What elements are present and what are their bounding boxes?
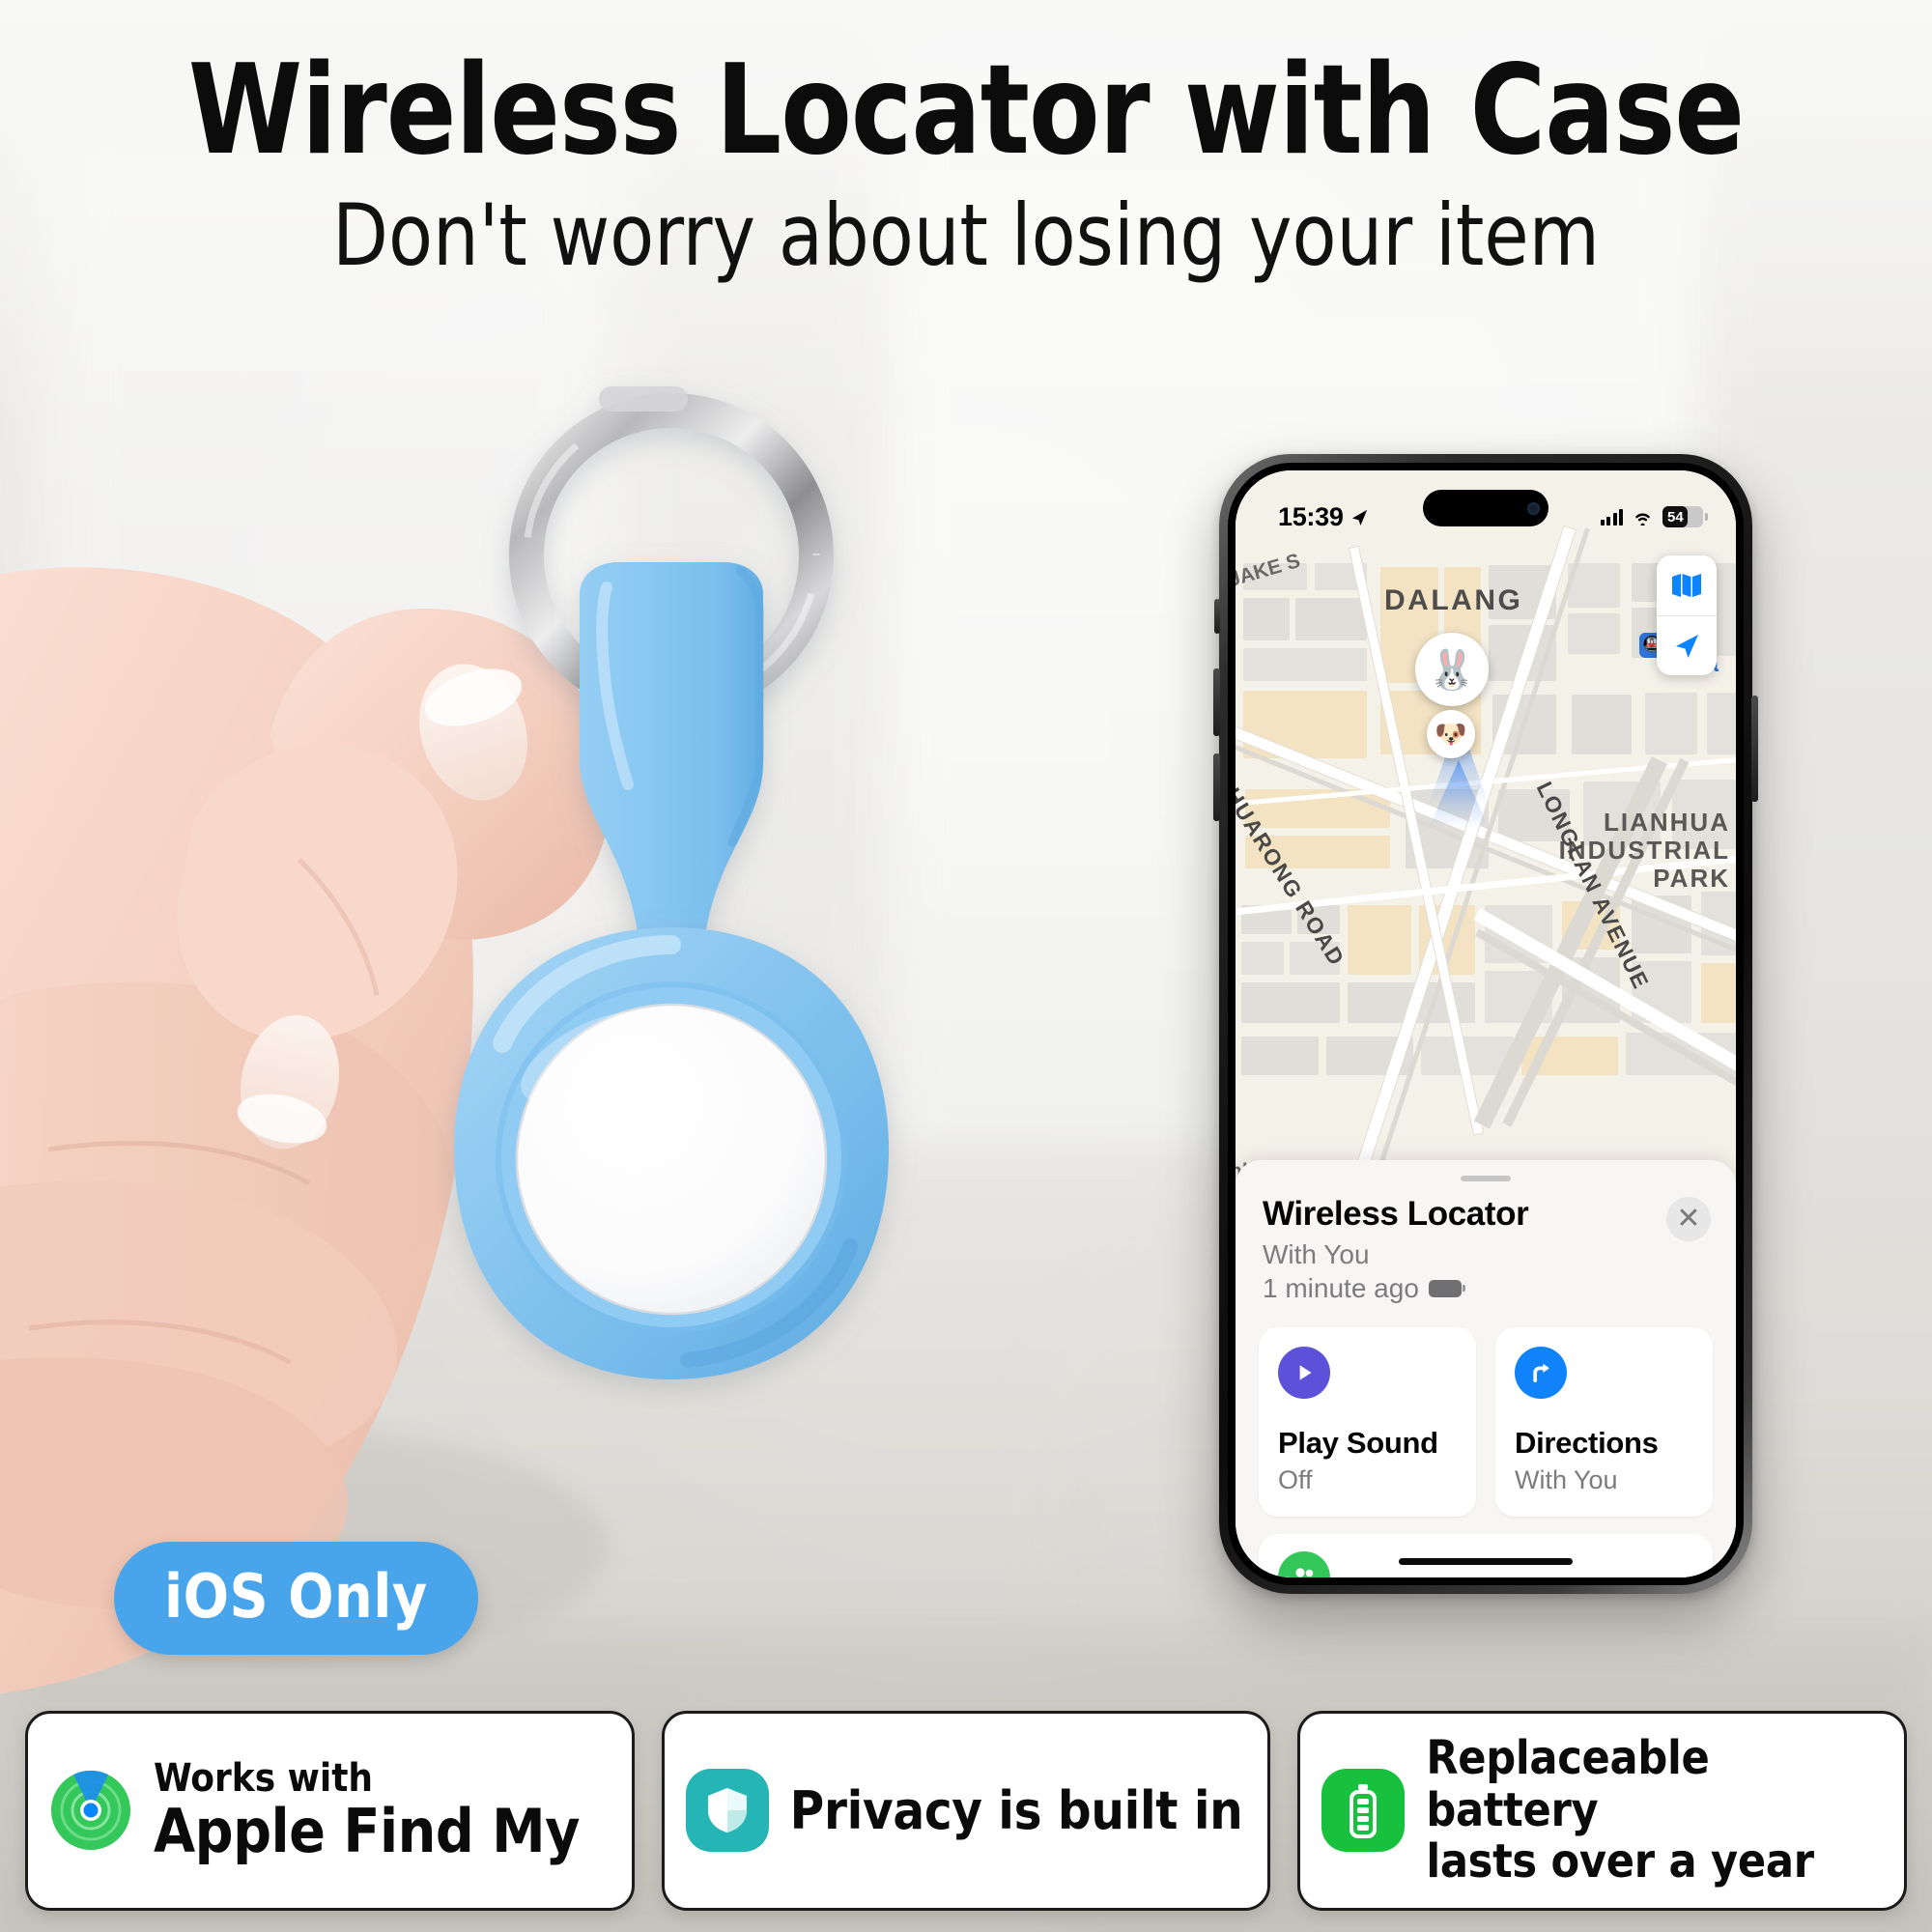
works-with-apple-find-my-badge: Works with Apple Find My [25,1710,635,1911]
battery-segments-icon [1321,1769,1406,1853]
page-title: Wireless Locator with Case [187,39,1745,183]
volume-up-button[interactable] [1213,668,1220,736]
dynamic-island [1423,490,1548,526]
front-camera-icon [1527,501,1540,515]
battery-icon: 54 [1662,506,1708,527]
sheet-header: Wireless Locator With You 1 minute ago ✕ [1259,1195,1713,1304]
play-icon [1278,1347,1330,1399]
park-line-3: PARK [1653,864,1730,894]
dog-pin[interactable]: 🐶 [1427,710,1475,758]
map-controls [1657,555,1717,675]
status-time: 15:39 [1278,501,1344,531]
map-label-dalang: DALANG [1384,584,1523,616]
item-status: With You [1263,1239,1370,1269]
item-detail-sheet: Wireless Locator With You 1 minute ago ✕ [1236,1160,1736,1577]
item-title: Wireless Locator [1263,1195,1529,1233]
directions-card[interactable]: Directions With You [1495,1327,1713,1517]
play-sound-sub: Off [1278,1465,1313,1494]
privacy-built-in-badge: Privacy is built in [661,1710,1271,1911]
power-button[interactable] [1751,696,1758,802]
share-item-card[interactable]: Share This Item [1259,1534,1713,1577]
item-timestamp: 1 minute ago [1263,1273,1419,1303]
battery-text: Replaceable battery lasts over a year [1426,1730,1883,1889]
play-sound-card[interactable]: Play Sound Off [1259,1327,1476,1517]
volume-down-button[interactable] [1213,753,1220,821]
locate-me-button[interactable] [1657,615,1717,675]
item-battery-icon [1428,1280,1465,1297]
phone-screen: JAKE S DALANG LIANHUA INDUSTRIAL PARK HU… [1236,470,1736,1577]
privacy-text: Privacy is built in [789,1779,1243,1841]
find-my-text: Works with Apple Find My [154,1756,581,1866]
close-sheet-button[interactable]: ✕ [1666,1197,1711,1241]
shield-icon [685,1769,769,1853]
find-my-line-1: Works with [154,1756,374,1802]
home-indicator[interactable] [1399,1558,1573,1565]
feature-badges: Works with Apple Find My Privacy is buil… [0,1710,1932,1911]
play-sound-title: Play Sound [1278,1426,1438,1460]
wifi-icon [1635,513,1650,526]
battery-line-1: Replaceable battery [1426,1730,1710,1837]
directions-sub: With You [1515,1465,1618,1494]
product-marketing-image: Wireless Locator with Case Don't worry a… [0,0,1932,1932]
find-my-line-2: Apple Find My [154,1795,581,1866]
battery-line-2: lasts over a year [1426,1834,1814,1889]
people-icon [1278,1551,1330,1577]
iphone-mockup: JAKE S DALANG LIANHUA INDUSTRIAL PARK HU… [1213,454,1758,1594]
phone-bezel: JAKE S DALANG LIANHUA INDUSTRIAL PARK HU… [1228,463,1744,1585]
keychain-product [454,386,889,1379]
status-indicators: 54 [1600,506,1708,527]
item-meta: 1 minute ago [1263,1273,1709,1304]
location-arrow-icon [1351,509,1367,526]
silent-switch[interactable] [1214,599,1220,634]
sheet-grabber[interactable] [1461,1176,1511,1181]
rabbit-pin[interactable]: 🐰 [1415,633,1489,706]
ios-only-badge: iOS Only [114,1542,478,1655]
battery-percent: 54 [1667,508,1684,526]
map-layers-button[interactable] [1657,555,1717,615]
map-layers-icon [1672,574,1701,597]
headline-block: Wireless Locator with Case Don't worry a… [0,39,1932,286]
find-my-radar-icon [51,1771,130,1851]
turn-right-arrow-icon [1515,1347,1567,1399]
replaceable-battery-badge: Replaceable battery lasts over a year [1297,1710,1908,1911]
action-cards: Play Sound Off Directions With You [1259,1327,1713,1517]
status-time-group: 15:39 [1278,502,1369,532]
location-arrow-icon [1676,634,1698,658]
page-subtitle: Don't worry about losing your item [332,185,1600,286]
directions-title: Directions [1515,1426,1659,1460]
cellular-bars-icon [1600,508,1623,526]
